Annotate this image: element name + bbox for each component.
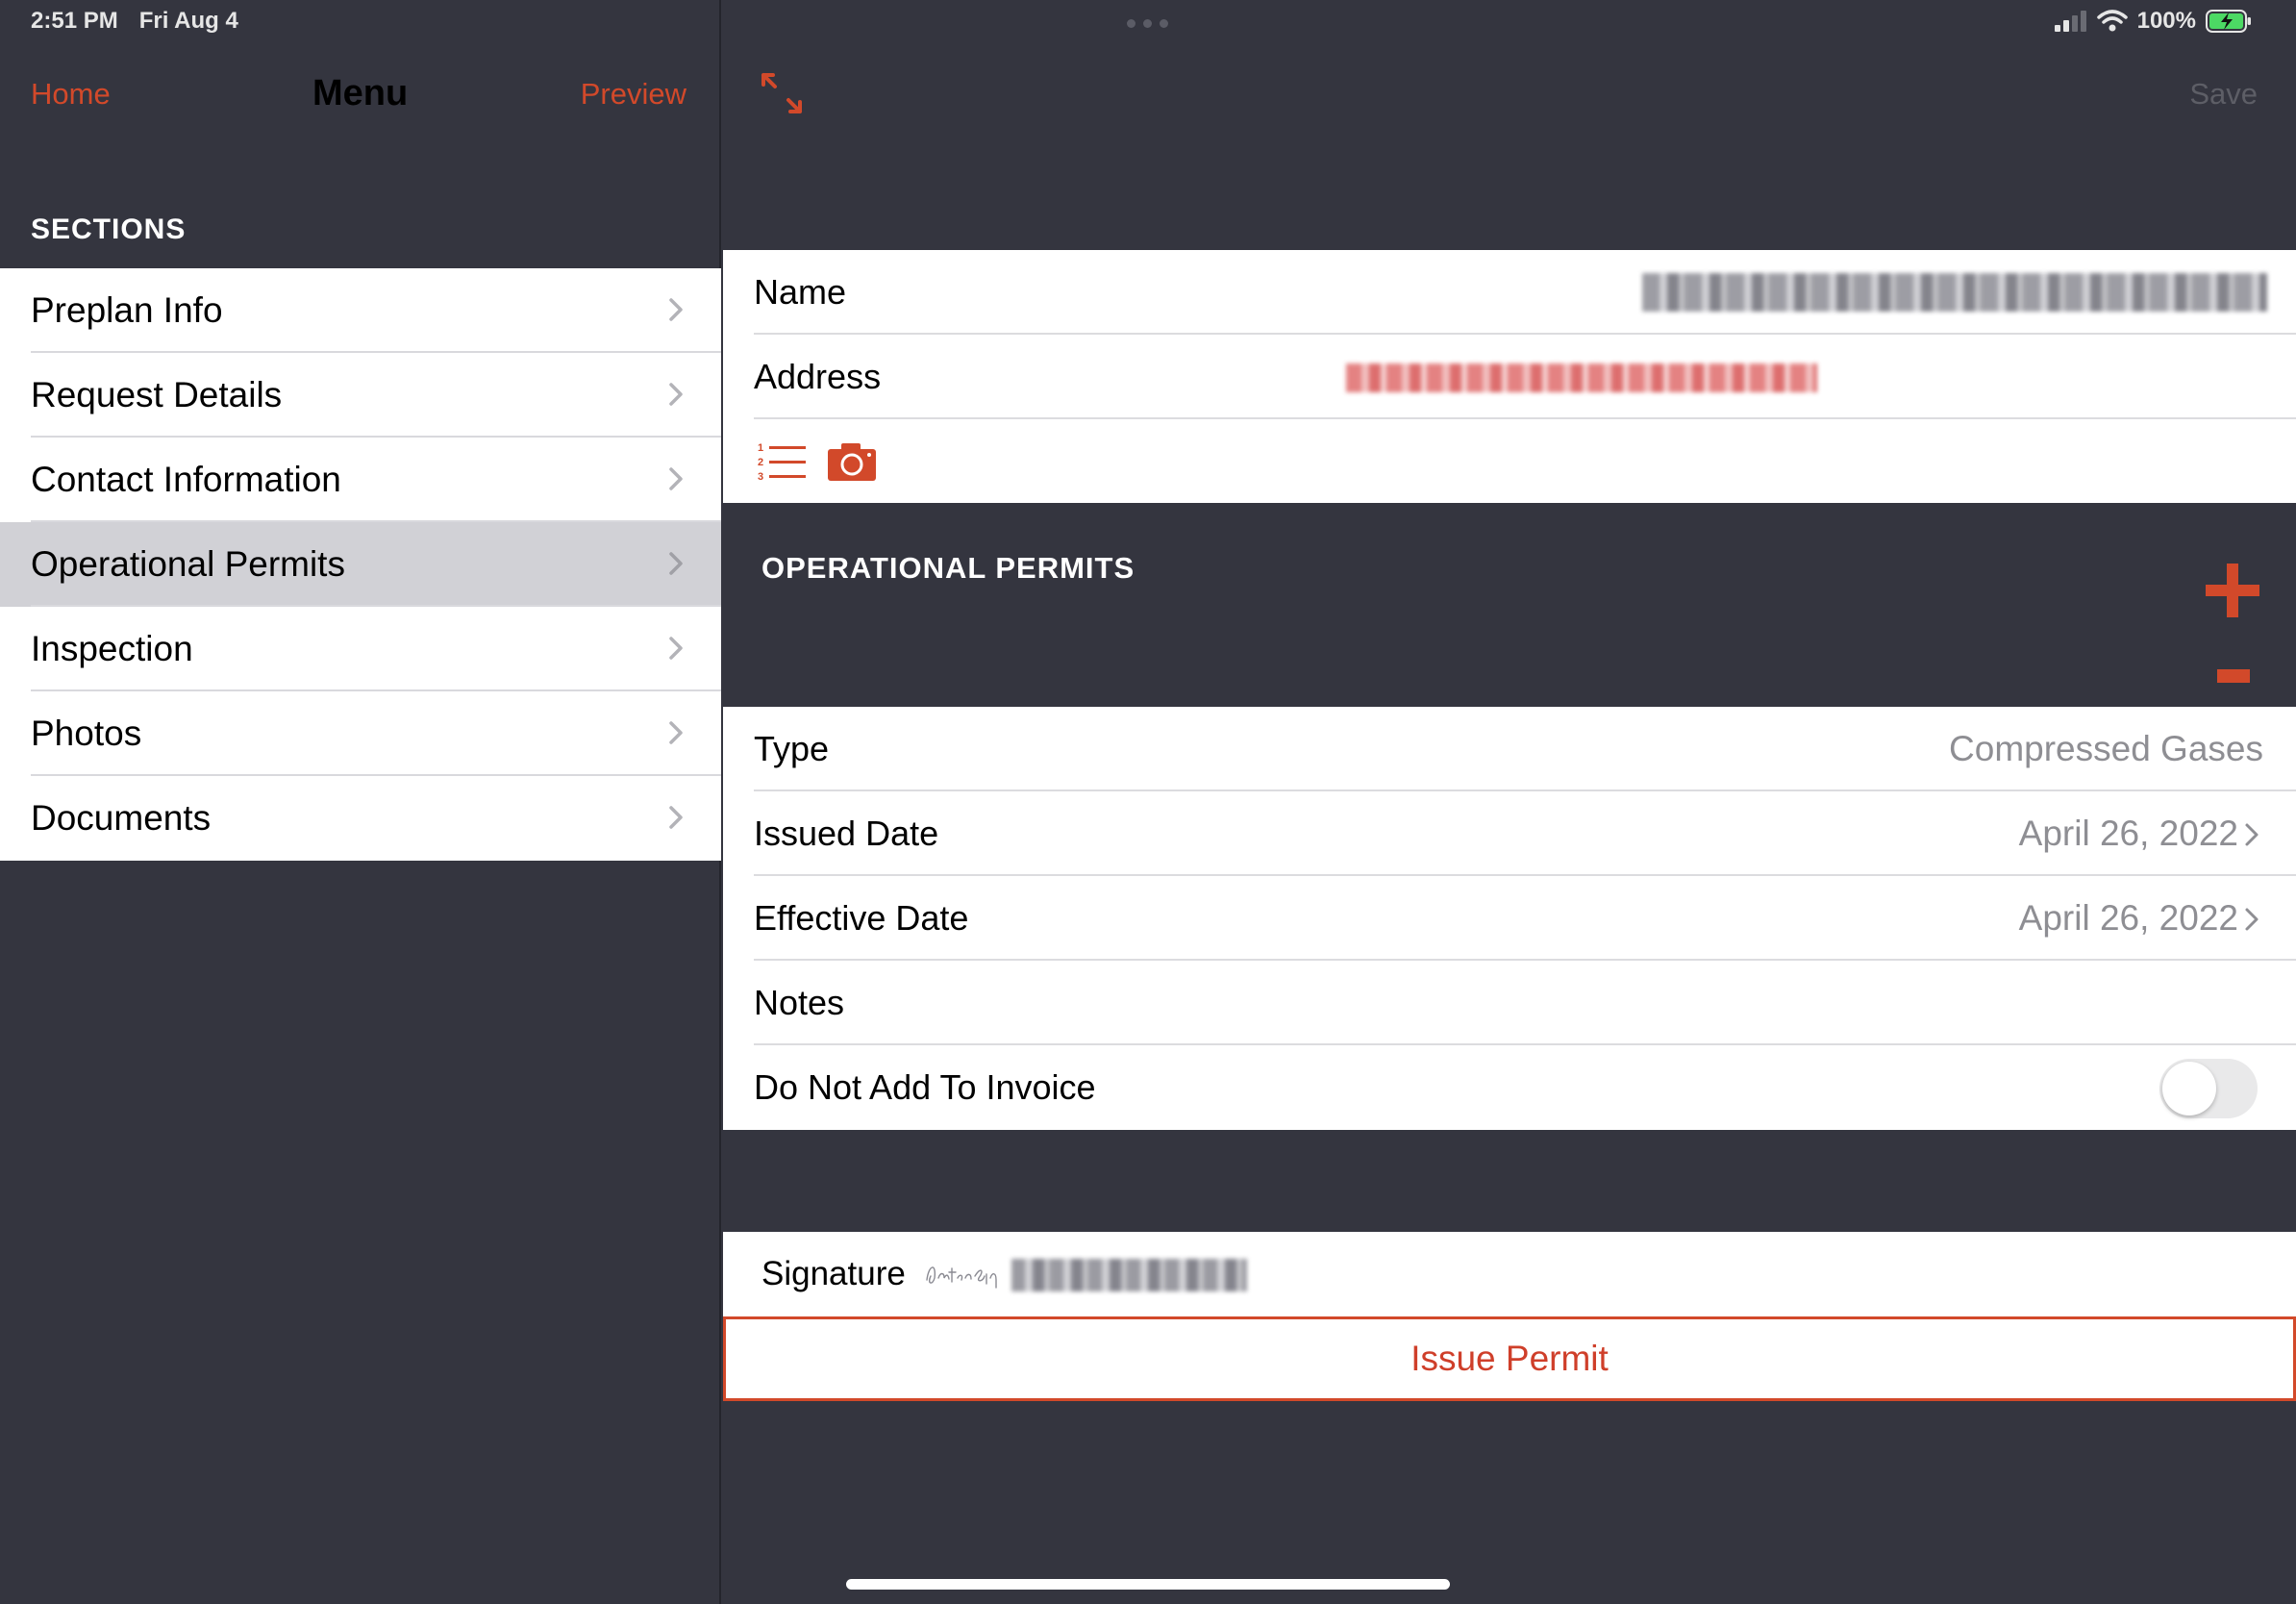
effective-date-value: April 26, 2022: [2018, 898, 2238, 938]
invoice-row: Do Not Add To Invoice: [723, 1045, 2296, 1130]
invoice-toggle[interactable]: [2159, 1059, 2258, 1118]
plus-icon[interactable]: [2206, 564, 2259, 617]
name-row: Name: [723, 250, 2296, 335]
status-indicators: 100%: [2054, 8, 2252, 35]
signal-icon: [2054, 11, 2086, 32]
notes-row[interactable]: Notes: [723, 961, 2296, 1045]
chevron-right-icon: [669, 637, 683, 660]
effective-date-label: Effective Date: [754, 898, 969, 938]
type-value: Compressed Gases: [1949, 729, 2263, 768]
address-value-redacted[interactable]: [1346, 363, 1817, 392]
battery-charging-icon: [2206, 10, 2251, 33]
notes-label: Notes: [754, 983, 845, 1022]
sidebar-item-preplan-info[interactable]: Preplan Info: [0, 268, 721, 353]
address-row: Address: [723, 335, 2296, 419]
status-date: Fri Aug 4: [138, 8, 238, 34]
name-value-redacted: [1642, 273, 2267, 312]
preview-button[interactable]: Preview: [581, 77, 686, 112]
chevron-right-icon: [2245, 823, 2259, 846]
home-button[interactable]: Home: [31, 77, 111, 112]
detail-pane: 100% Save Name Address 1 2 3 OPERATIONAL…: [723, 0, 2296, 1604]
sidebar-item-label: Request Details: [31, 375, 283, 414]
chevron-right-icon: [669, 467, 683, 490]
save-button[interactable]: Save: [2189, 77, 2258, 112]
signature-label: Signature: [761, 1255, 906, 1292]
sidebar-item-label: Documents: [31, 798, 212, 838]
numbered-list-icon[interactable]: 1 2 3: [758, 440, 808, 483]
summary-toolbar: 1 2 3: [723, 419, 2296, 504]
battery-percent: 100%: [2136, 8, 2196, 34]
svg-text:2: 2: [758, 457, 763, 468]
permits-title: OPERATIONAL PERMITS: [761, 551, 1136, 585]
preplan-summary: Name Address 1 2 3: [723, 250, 2296, 504]
app-screen: 2:51 PM Fri Aug 4 Home Menu Preview SECTI…: [0, 0, 2296, 1604]
sidebar-item-documents[interactable]: Documents: [0, 776, 721, 861]
sidebar-pane: 2:51 PM Fri Aug 4 Home Menu Preview SECTI…: [0, 0, 721, 1604]
sections-header: SECTIONS: [31, 213, 187, 245]
chevron-right-icon: [669, 552, 683, 575]
permit-form: Type Compressed Gases Issued Date April …: [723, 707, 2296, 1130]
chevron-right-icon: [669, 383, 683, 406]
sidebar-item-label: Inspection: [31, 629, 193, 668]
sidebar-item-label: Preplan Info: [31, 290, 223, 330]
type-row[interactable]: Type Compressed Gases: [723, 707, 2296, 791]
sidebar-item-label: Operational Permits: [31, 544, 345, 584]
address-label: Address: [754, 357, 882, 396]
svg-text:1: 1: [758, 442, 763, 454]
sidebar-item-request-details[interactable]: Request Details: [0, 353, 721, 438]
sidebar-item-label: Contact Information: [31, 460, 341, 499]
operational-permits-header: OPERATIONAL PERMITS: [723, 503, 2296, 707]
signature-image: [926, 1266, 997, 1289]
wifi-icon: [2096, 10, 2128, 32]
sidebar-item-inspection[interactable]: Inspection: [0, 607, 721, 691]
status-clock: 2:51 PM: [31, 8, 118, 34]
sections-list: Preplan Info Request Details Contact Inf…: [0, 268, 721, 861]
chevron-right-icon: [669, 298, 683, 321]
home-indicator[interactable]: [846, 1579, 1450, 1590]
chevron-right-icon: [669, 806, 683, 829]
issue-permit-button[interactable]: Issue Permit: [723, 1316, 2296, 1401]
signer-name-redacted: [1011, 1259, 1247, 1291]
effective-date-row[interactable]: Effective Date April 26, 2022: [723, 876, 2296, 961]
issued-date-label: Issued Date: [754, 814, 939, 853]
svg-text:3: 3: [758, 471, 763, 483]
status-time: 2:51 PM Fri Aug 4: [31, 8, 260, 35]
chevron-right-icon: [669, 721, 683, 744]
issued-date-value: April 26, 2022: [2018, 814, 2238, 853]
menu-title: Menu: [312, 73, 409, 113]
chevron-right-icon: [2245, 908, 2259, 931]
sidebar-item-photos[interactable]: Photos: [0, 691, 721, 776]
name-label: Name: [754, 272, 847, 312]
type-label: Type: [754, 729, 830, 768]
minus-icon[interactable]: [2217, 669, 2250, 683]
toggle-knob: [2162, 1062, 2216, 1115]
sidebar-item-label: Photos: [31, 714, 142, 753]
invoice-label: Do Not Add To Invoice: [754, 1067, 1096, 1107]
expand-arrows-icon[interactable]: [760, 71, 804, 115]
issued-date-row[interactable]: Issued Date April 26, 2022: [723, 791, 2296, 876]
sidebar-item-contact-information[interactable]: Contact Information: [0, 438, 721, 522]
sidebar-item-operational-permits[interactable]: Operational Permits: [0, 522, 721, 607]
camera-icon[interactable]: [827, 441, 877, 482]
signature-row[interactable]: Signature: [723, 1232, 2296, 1316]
